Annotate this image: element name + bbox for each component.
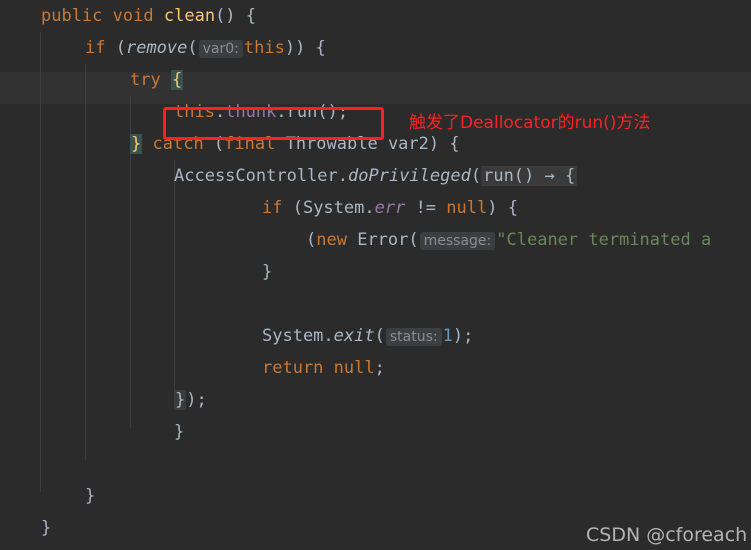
code-line[interactable]: }); [174, 384, 207, 416]
code-token: } [130, 134, 143, 154]
code-token: ( [470, 166, 482, 186]
code-line[interactable]: AccessController.doPrivileged(run() → { [174, 160, 578, 192]
code-token: )) { [284, 38, 326, 58]
code-line[interactable]: public void clean() { [41, 0, 256, 32]
indent-guide [174, 160, 175, 396]
code-token: } [41, 518, 52, 538]
code-token: . [214, 102, 226, 122]
code-line[interactable]: if (System.err != null) { [262, 192, 518, 224]
code-editor[interactable]: public void clean() {if (remove(var0: thi… [0, 0, 751, 550]
code-token: != [405, 198, 447, 218]
code-token: ); [452, 326, 474, 346]
code-token: { [170, 70, 184, 90]
code-token: (); [317, 102, 349, 122]
code-line[interactable]: if (remove(var0: this)) { [85, 32, 326, 64]
code-line[interactable]: } [41, 512, 51, 544]
code-line[interactable]: } [85, 480, 95, 512]
code-token: exit [333, 326, 375, 346]
code-token: null [333, 358, 375, 378]
code-token: . [276, 102, 287, 122]
code-token: if [262, 198, 283, 218]
code-line[interactable]: } [262, 256, 272, 288]
code-line[interactable]: System.exit(status: 1); [262, 320, 473, 352]
code-token: } [174, 422, 185, 442]
code-line[interactable]: } [174, 416, 184, 448]
code-token: doPrivileged [348, 166, 471, 186]
code-token: Error( [346, 230, 419, 250]
code-token: } [262, 262, 273, 282]
code-token: public [41, 6, 103, 26]
code-token: ; [374, 358, 385, 378]
indent-guide [85, 64, 86, 460]
code-token: null [446, 198, 488, 218]
code-token: return [262, 358, 324, 378]
code-token: this [174, 102, 215, 122]
code-token: } [85, 486, 96, 506]
code-token: ( [374, 326, 385, 346]
code-token: new [316, 230, 347, 250]
code-token: try [130, 70, 161, 90]
code-token: } [174, 390, 187, 410]
code-token: Throwable var2) { [275, 134, 460, 154]
code-token: 1 [442, 326, 453, 346]
code-token: ); [186, 390, 207, 410]
code-token: status: [385, 328, 442, 346]
code-token: final [224, 134, 276, 154]
code-token: thunk [225, 102, 277, 122]
code-token: err [374, 198, 406, 218]
code-token: void [112, 6, 154, 26]
code-token: ( [187, 38, 198, 58]
code-token: run() → { [481, 166, 578, 186]
code-token: this [243, 38, 285, 58]
code-token: ( [203, 134, 225, 154]
indent-guide [40, 32, 41, 492]
code-line[interactable]: return null; [262, 352, 385, 384]
annotation-text: 触发了Deallocator的run()方法 [409, 113, 651, 133]
code-token: (System. [282, 198, 375, 218]
code-token: message: [419, 232, 496, 250]
code-token: if [85, 38, 106, 58]
caret-line-highlight [0, 72, 751, 104]
code-token: ( [105, 38, 126, 58]
code-token: System. [262, 326, 334, 346]
code-token: ( [306, 230, 317, 250]
code-token: clean [163, 6, 216, 26]
code-token: () { [215, 6, 257, 26]
code-token: run [286, 102, 318, 122]
code-token: catch [152, 134, 204, 154]
code-line[interactable]: (new Error(message: "Cleaner terminated a [306, 224, 711, 256]
code-line[interactable]: this.thunk.run(); [174, 96, 348, 128]
code-line[interactable]: try { [130, 64, 184, 96]
code-token: . [337, 166, 349, 186]
code-token: "Cleaner terminated a [496, 230, 712, 250]
code-token: AccessController [174, 166, 338, 186]
code-token: var0: [198, 40, 243, 58]
watermark: CSDN @cforeach [586, 524, 748, 546]
code-token: ) { [487, 198, 518, 218]
code-token: remove [125, 38, 188, 58]
